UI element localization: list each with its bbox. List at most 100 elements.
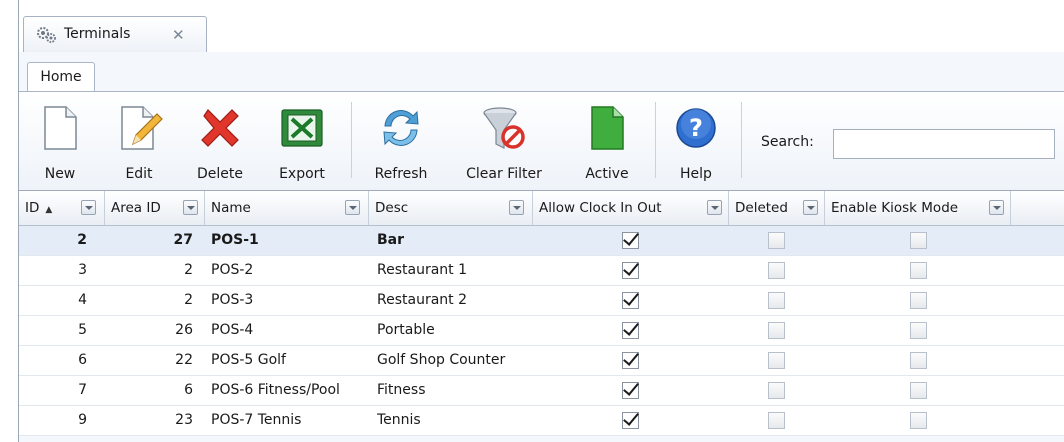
edit-document-icon <box>121 106 163 150</box>
sort-ascending-icon: ▲ <box>45 205 53 215</box>
cell-name: POS-7 Tennis <box>211 412 302 428</box>
close-icon[interactable]: ✕ <box>172 26 185 44</box>
grid-body: 2 27 POS-1 Bar 3 2 POS-2 Restaurant 1 4 … <box>19 226 1064 436</box>
cell-desc: Fitness <box>377 382 426 398</box>
cell-desc: Golf Shop Counter <box>377 352 506 368</box>
allow-clock-checkbox[interactable] <box>622 232 639 249</box>
table-row[interactable]: 3 2 POS-2 Restaurant 1 <box>19 256 1064 286</box>
column-header-enable-kiosk-mode[interactable]: Enable Kiosk Mode <box>825 191 1011 225</box>
allow-clock-checkbox[interactable] <box>622 292 639 309</box>
cell-id: 5 <box>78 322 87 338</box>
column-header-area-id[interactable]: Area ID <box>105 191 205 225</box>
cell-id: 4 <box>78 292 87 308</box>
column-header-desc[interactable]: Desc <box>369 191 533 225</box>
clear-filter-button-label: Clear Filter <box>466 166 542 182</box>
terminals-window: Terminals ✕ Home New Edit Delete Export … <box>18 0 1064 442</box>
delete-button-label: Delete <box>197 166 243 182</box>
help-icon: ? <box>676 108 716 148</box>
kiosk-mode-checkbox[interactable] <box>910 382 927 399</box>
cell-area-id: 26 <box>175 322 193 338</box>
filter-dropdown-icon[interactable] <box>707 200 722 215</box>
cell-desc: Restaurant 1 <box>377 262 468 278</box>
filter-dropdown-icon[interactable] <box>803 200 818 215</box>
column-header-allow-clock-label: Allow Clock In Out <box>539 200 662 216</box>
deleted-checkbox[interactable] <box>768 382 785 399</box>
clear-filter-icon <box>483 107 525 149</box>
table-row[interactable]: 9 23 POS-7 Tennis Tennis <box>19 406 1064 436</box>
search-label: Search: <box>761 134 814 150</box>
table-row[interactable]: 2 27 POS-1 Bar <box>19 226 1064 256</box>
new-button-label: New <box>44 166 76 182</box>
table-row[interactable]: 4 2 POS-3 Restaurant 2 <box>19 286 1064 316</box>
column-header-id-label: ID <box>25 200 40 216</box>
edit-button-label: Edit <box>125 166 153 182</box>
column-header-kiosk-label: Enable Kiosk Mode <box>831 200 959 216</box>
terminals-grid: ID ▲ Area ID Name Desc Allow Clock In Out… <box>19 191 1064 436</box>
cell-id: 7 <box>78 382 87 398</box>
column-header-allow-clock-in-out[interactable]: Allow Clock In Out <box>533 191 729 225</box>
svg-text:?: ? <box>689 114 703 142</box>
cell-area-id: 2 <box>184 292 193 308</box>
new-button[interactable]: New <box>21 92 99 190</box>
allow-clock-checkbox[interactable] <box>622 352 639 369</box>
kiosk-mode-checkbox[interactable] <box>910 322 927 339</box>
ribbon-tab-home[interactable]: Home <box>27 62 95 93</box>
cell-area-id: 6 <box>184 382 193 398</box>
column-header-id[interactable]: ID ▲ <box>19 191 105 225</box>
filter-dropdown-icon[interactable] <box>345 200 360 215</box>
excel-icon <box>281 109 323 147</box>
filter-dropdown-icon[interactable] <box>989 200 1004 215</box>
cell-name: POS-2 <box>211 262 254 278</box>
cell-desc: Bar <box>377 232 405 248</box>
column-header-deleted-label: Deleted <box>735 200 788 216</box>
column-header-deleted[interactable]: Deleted <box>729 191 825 225</box>
edit-button[interactable]: Edit <box>101 92 177 190</box>
allow-clock-checkbox[interactable] <box>622 322 639 339</box>
deleted-checkbox[interactable] <box>768 232 785 249</box>
filter-dropdown-icon[interactable] <box>183 200 198 215</box>
help-button-label: Help <box>680 166 712 182</box>
filter-dropdown-icon[interactable] <box>509 200 524 215</box>
cell-name: POS-4 <box>211 322 254 338</box>
deleted-checkbox[interactable] <box>768 292 785 309</box>
toolbar-separator <box>351 102 352 178</box>
search-input[interactable] <box>833 129 1055 159</box>
cell-id: 6 <box>78 352 87 368</box>
toolbar-separator <box>655 102 656 178</box>
column-header-desc-label: Desc <box>375 200 409 216</box>
cell-id: 9 <box>78 412 87 428</box>
kiosk-mode-checkbox[interactable] <box>910 262 927 279</box>
allow-clock-checkbox[interactable] <box>622 412 639 429</box>
kiosk-mode-checkbox[interactable] <box>910 412 927 429</box>
new-document-icon <box>44 106 77 150</box>
active-button[interactable]: Active <box>567 92 647 190</box>
refresh-button[interactable]: Refresh <box>361 92 441 190</box>
clear-filter-button[interactable]: Clear Filter <box>449 92 559 190</box>
kiosk-mode-checkbox[interactable] <box>910 292 927 309</box>
delete-button[interactable]: Delete <box>179 92 261 190</box>
table-row[interactable]: 7 6 POS-6 Fitness/Pool Fitness <box>19 376 1064 406</box>
ribbon-toolbar: New Edit Delete Export Refresh Clear Fil… <box>19 91 1064 191</box>
help-button[interactable]: ? Help <box>663 92 729 190</box>
deleted-checkbox[interactable] <box>768 262 785 279</box>
kiosk-mode-checkbox[interactable] <box>910 232 927 249</box>
table-row[interactable]: 5 26 POS-4 Portable <box>19 316 1064 346</box>
kiosk-mode-checkbox[interactable] <box>910 352 927 369</box>
column-header-name[interactable]: Name <box>205 191 369 225</box>
cell-name: POS-1 <box>211 232 259 248</box>
allow-clock-checkbox[interactable] <box>622 382 639 399</box>
deleted-checkbox[interactable] <box>768 412 785 429</box>
table-row[interactable]: 6 22 POS-5 Golf Golf Shop Counter <box>19 346 1064 376</box>
document-tab-terminals[interactable]: Terminals ✕ <box>23 16 207 52</box>
gears-icon <box>36 26 58 44</box>
cell-id: 2 <box>77 232 87 248</box>
cell-area-id: 22 <box>175 352 193 368</box>
allow-clock-checkbox[interactable] <box>622 262 639 279</box>
export-button[interactable]: Export <box>263 92 341 190</box>
cell-name: POS-6 Fitness/Pool <box>211 382 340 398</box>
deleted-checkbox[interactable] <box>768 322 785 339</box>
deleted-checkbox[interactable] <box>768 352 785 369</box>
cell-area-id: 23 <box>175 412 193 428</box>
refresh-button-label: Refresh <box>374 166 428 182</box>
filter-dropdown-icon[interactable] <box>81 200 96 215</box>
